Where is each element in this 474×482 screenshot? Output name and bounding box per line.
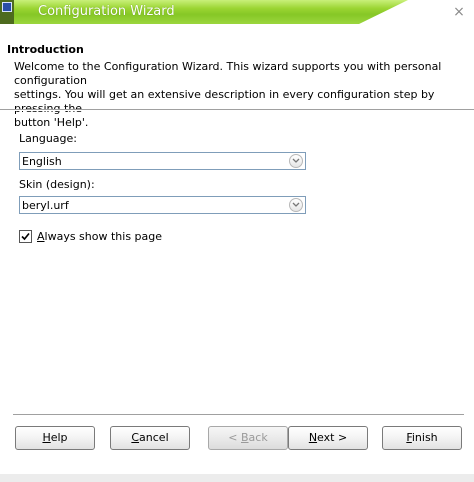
back-button-mnemonic: B	[241, 431, 249, 444]
finish-button-label: inish	[411, 431, 438, 444]
back-button-prefix: <	[228, 431, 241, 444]
cancel-button[interactable]: Cancel	[110, 426, 190, 450]
description-line: settings. You will get an extensive desc…	[14, 88, 435, 115]
title-bar[interactable]: Configuration Wizard ×	[0, 0, 474, 24]
help-button-label: elp	[50, 431, 68, 444]
chevron-down-icon[interactable]	[289, 154, 303, 168]
language-select[interactable]: English	[19, 152, 306, 170]
configuration-wizard-window: Configuration Wizard × Introduction Welc…	[0, 0, 474, 482]
back-button-label: ack	[248, 431, 268, 444]
next-button[interactable]: Next >	[288, 426, 368, 450]
wizard-header: Introduction Welcome to the Configuratio…	[0, 34, 474, 129]
always-show-label-mnemonic: A	[37, 230, 45, 243]
skin-value: beryl.urf	[22, 199, 69, 212]
chevron-down-icon[interactable]	[289, 198, 303, 212]
description-line: Welcome to the Configuration Wizard. Thi…	[14, 60, 442, 87]
page-title: Introduction	[7, 43, 84, 56]
finish-button[interactable]: Finish	[382, 426, 462, 450]
language-label: Language:	[19, 132, 77, 145]
always-show-label-rest: lways show this page	[44, 230, 163, 243]
window-title: Configuration Wizard	[38, 4, 175, 19]
back-button[interactable]: < Back	[208, 426, 288, 450]
description-line: button 'Help'.	[14, 116, 89, 129]
header-divider	[0, 109, 474, 111]
skin-label: Skin (design):	[19, 178, 95, 191]
language-value: English	[22, 155, 62, 168]
help-button-mnemonic: H	[42, 431, 51, 444]
status-strip	[0, 474, 474, 482]
page-description: Welcome to the Configuration Wizard. Thi…	[14, 60, 464, 130]
close-icon[interactable]: ×	[452, 5, 466, 19]
always-show-checkbox[interactable]	[19, 230, 32, 243]
next-button-label: ext >	[317, 431, 348, 444]
footer-divider	[13, 414, 464, 416]
cancel-button-label: ancel	[139, 431, 169, 444]
always-show-label[interactable]: Always show this page	[37, 230, 162, 243]
next-button-mnemonic: N	[308, 431, 318, 444]
cancel-button-mnemonic: C	[131, 431, 140, 444]
app-icon	[2, 2, 12, 12]
help-button[interactable]: Help	[15, 426, 95, 450]
skin-select[interactable]: beryl.urf	[19, 196, 306, 214]
